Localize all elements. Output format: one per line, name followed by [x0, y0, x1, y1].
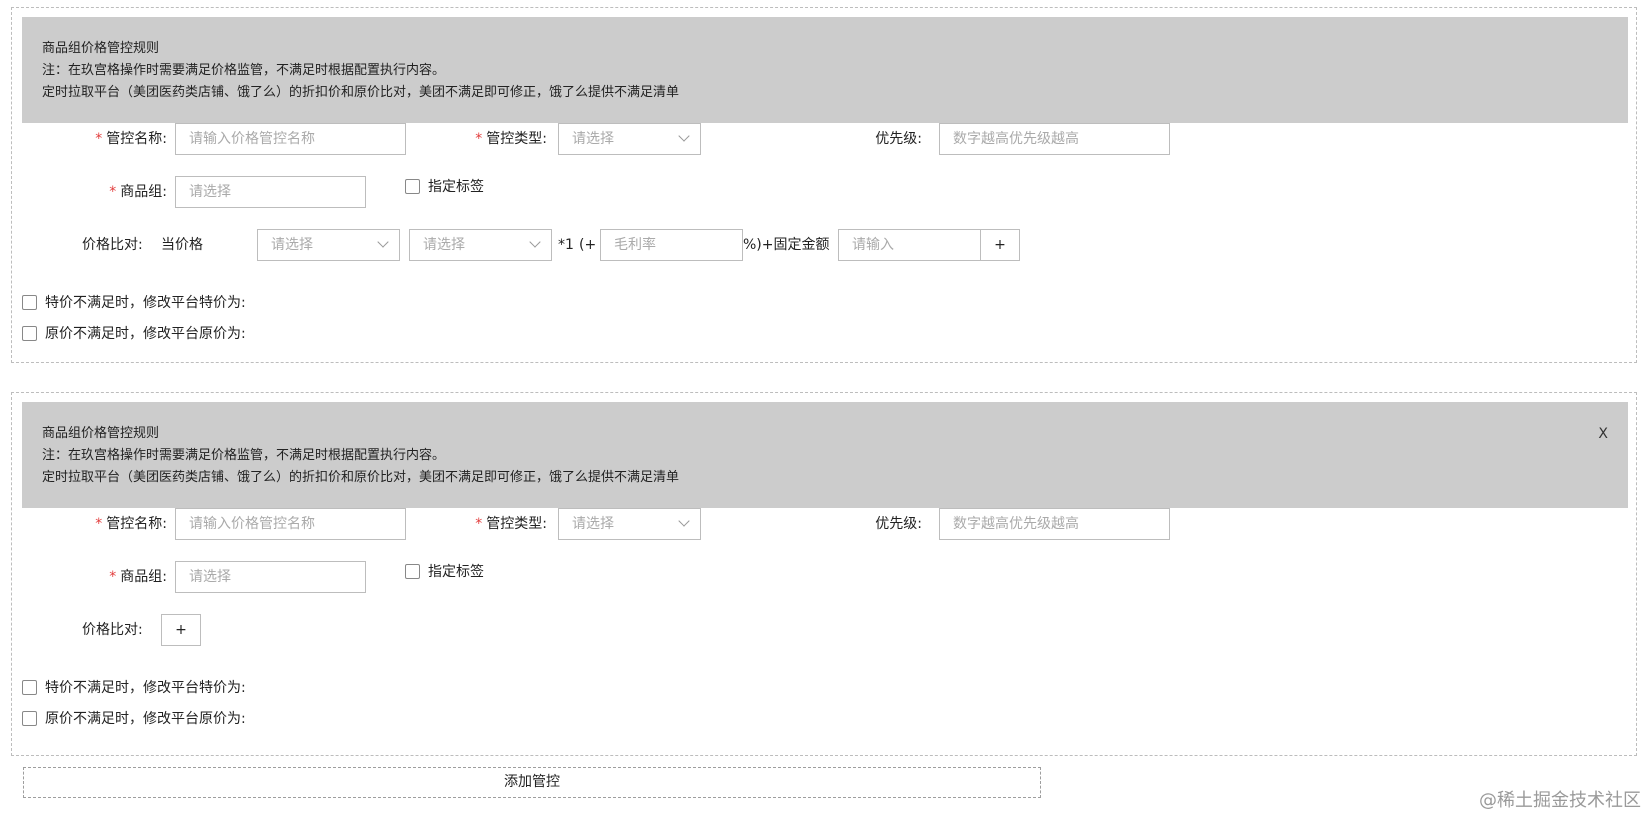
- required-mark: *: [95, 131, 103, 147]
- required-mark: *: [109, 569, 117, 585]
- specify-tag-checkbox[interactable]: [405, 179, 420, 194]
- control-name-label: * 管控名称:: [95, 516, 167, 532]
- price-compare-label: 价格比对:: [82, 622, 143, 638]
- add-control-button[interactable]: 添加管控: [23, 767, 1041, 798]
- control-type-label: * 管控类型:: [475, 131, 547, 147]
- original-price-label: 原价不满足时，修改平台原价为:: [45, 711, 246, 727]
- add-compare-button[interactable]: +: [161, 614, 201, 646]
- rule-banner: 商品组价格管控规则 注：在玖宫格操作时需要满足价格监管，不满足时根据配置执行内容…: [22, 17, 1628, 123]
- rule-block-1: 商品组价格管控规则 注：在玖宫格操作时需要满足价格监管，不满足时根据配置执行内容…: [11, 7, 1637, 363]
- product-group-select[interactable]: 请选择: [175, 561, 366, 593]
- specify-tag-checkbox[interactable]: [405, 564, 420, 579]
- required-mark: *: [109, 184, 117, 200]
- chevron-down-icon: [529, 236, 541, 248]
- add-compare-button[interactable]: +: [980, 229, 1020, 261]
- banner-note-1: 注：在玖宫格操作时需要满足价格监管，不满足时根据配置执行内容。: [42, 63, 446, 78]
- watermark: @稀土掘金技术社区: [1479, 790, 1641, 811]
- banner-note-1: 注：在玖宫格操作时需要满足价格监管，不满足时根据配置执行内容。: [42, 448, 446, 463]
- priority-label: 优先级:: [875, 516, 922, 532]
- required-mark: *: [475, 131, 483, 147]
- special-price-checkbox[interactable]: [22, 295, 37, 310]
- price-compare-label: 价格比对:: [82, 237, 143, 253]
- price-control-page: 商品组价格管控规则 注：在玖宫格操作时需要满足价格监管，不满足时根据配置执行内容…: [0, 0, 1647, 817]
- rule-block-2: 商品组价格管控规则 注：在玖宫格操作时需要满足价格监管，不满足时根据配置执行内容…: [11, 392, 1637, 756]
- current-price-text: 当价格: [161, 237, 203, 253]
- priority-label: 优先级:: [875, 131, 922, 147]
- fixed-amount-input[interactable]: 请输入: [838, 229, 981, 261]
- compare-select-1[interactable]: 请选择: [257, 229, 400, 261]
- multiplier-text: *1: [558, 237, 574, 253]
- product-group-select[interactable]: 请选择: [175, 176, 366, 208]
- banner-note-2: 定时拉取平台（美团医药类店铺、饿了么）的折扣价和原价比对，美团不满足即可修正，饿…: [42, 470, 680, 485]
- product-group-label: * 商品组:: [109, 569, 167, 585]
- rule-banner: 商品组价格管控规则 注：在玖宫格操作时需要满足价格监管，不满足时根据配置执行内容…: [22, 402, 1628, 508]
- control-name-input[interactable]: 请输入价格管控名称: [175, 508, 406, 540]
- control-type-label: * 管控类型:: [475, 516, 547, 532]
- paren-plus-text: (+: [579, 237, 597, 253]
- priority-input[interactable]: 数字越高优先级越高: [939, 123, 1170, 155]
- control-name-input[interactable]: 请输入价格管控名称: [175, 123, 406, 155]
- chevron-down-icon: [377, 236, 389, 248]
- banner-title: 商品组价格管控规则: [42, 41, 160, 56]
- chevron-down-icon: [678, 130, 690, 142]
- special-price-label: 特价不满足时，修改平台特价为:: [45, 295, 246, 311]
- product-group-label: * 商品组:: [109, 184, 167, 200]
- required-mark: *: [475, 516, 483, 532]
- original-price-label: 原价不满足时，修改平台原价为:: [45, 326, 246, 342]
- banner-title: 商品组价格管控规则: [42, 426, 160, 441]
- banner-note-2: 定时拉取平台（美团医药类店铺、饿了么）的折扣价和原价比对，美团不满足即可修正，饿…: [42, 85, 680, 100]
- specify-tag-label: 指定标签: [428, 179, 484, 195]
- control-type-select[interactable]: 请选择: [558, 123, 701, 155]
- original-price-checkbox[interactable]: [22, 326, 37, 341]
- original-price-checkbox[interactable]: [22, 711, 37, 726]
- specify-tag-label: 指定标签: [428, 564, 484, 580]
- priority-input[interactable]: 数字越高优先级越高: [939, 508, 1170, 540]
- fixed-amount-text: %)+固定金额: [743, 237, 830, 253]
- control-type-select[interactable]: 请选择: [558, 508, 701, 540]
- special-price-label: 特价不满足时，修改平台特价为:: [45, 680, 246, 696]
- margin-rate-input[interactable]: 毛利率: [600, 229, 743, 261]
- close-icon[interactable]: X: [1598, 423, 1608, 445]
- control-name-label: * 管控名称:: [95, 131, 167, 147]
- compare-select-2[interactable]: 请选择: [409, 229, 552, 261]
- required-mark: *: [95, 516, 103, 532]
- special-price-checkbox[interactable]: [22, 680, 37, 695]
- chevron-down-icon: [678, 515, 690, 527]
